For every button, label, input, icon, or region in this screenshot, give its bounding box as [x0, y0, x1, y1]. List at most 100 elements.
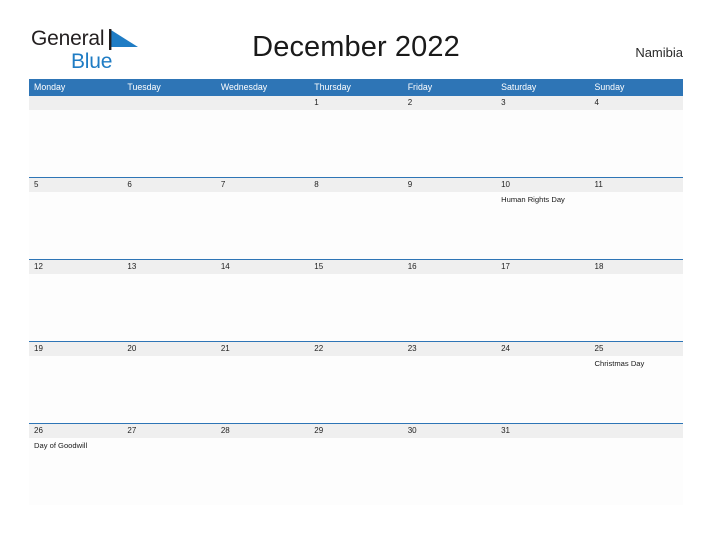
weekday-friday: Friday: [407, 82, 433, 92]
day-cell: [216, 438, 309, 505]
day-cell: [403, 438, 496, 505]
day-number[interactable]: 8: [309, 178, 402, 192]
day-number[interactable]: 25: [590, 342, 683, 356]
day-number[interactable]: 30: [403, 424, 496, 438]
weekday-tuesday: Tuesday: [127, 82, 161, 92]
day-cell: [29, 356, 122, 423]
day-number: [216, 96, 309, 110]
calendar-event-strip: Human Rights Day: [29, 192, 683, 259]
day-number[interactable]: 10: [496, 178, 589, 192]
calendar-week-row: 5 6 7 8 9 10 11 Human Rights Day: [29, 177, 683, 259]
day-number[interactable]: 5: [29, 178, 122, 192]
day-number: [29, 96, 122, 110]
calendar-event-strip: [29, 274, 683, 341]
day-cell: [122, 192, 215, 259]
day-number[interactable]: 29: [309, 424, 402, 438]
day-cell: [29, 192, 122, 259]
calendar-event-strip: Day of Goodwill: [29, 438, 683, 505]
day-cell: [216, 192, 309, 259]
weekday-thursday: Thursday: [314, 82, 351, 92]
calendar-week-row: 19 20 21 22 23 24 25 Christmas Day: [29, 341, 683, 423]
day-cell: [496, 356, 589, 423]
calendar-date-strip: 1234: [29, 96, 683, 110]
day-number[interactable]: 9: [403, 178, 496, 192]
page-header: General Blue December 2022 Namibia: [0, 0, 712, 79]
day-cell: [29, 274, 122, 341]
holiday-event-label: Day of Goodwill: [34, 441, 88, 450]
calendar-event-strip: Christmas Day: [29, 356, 683, 423]
day-cell: [216, 274, 309, 341]
day-number[interactable]: 23: [403, 342, 496, 356]
day-number[interactable]: 3: [496, 96, 589, 110]
calendar-week-row: 12 13 14 15 16 17 18: [29, 259, 683, 341]
weekday-sunday: Sunday: [594, 82, 625, 92]
day-cell: [122, 356, 215, 423]
calendar-date-strip: 26 27 28 29 30 31: [29, 424, 683, 438]
day-number[interactable]: 4: [590, 96, 683, 110]
day-number[interactable]: 13: [122, 260, 215, 274]
calendar-date-strip: 5 6 7 8 9 10 11: [29, 178, 683, 192]
day-number[interactable]: 18: [590, 260, 683, 274]
day-cell: [216, 356, 309, 423]
day-cell: Christmas Day: [590, 356, 683, 423]
day-number[interactable]: 19: [29, 342, 122, 356]
day-cell: [403, 110, 496, 177]
day-cell: [496, 438, 589, 505]
day-cell: [590, 438, 683, 505]
calendar-event-strip: [29, 110, 683, 177]
day-cell: [496, 274, 589, 341]
day-number[interactable]: 26: [29, 424, 122, 438]
day-number[interactable]: 20: [122, 342, 215, 356]
day-number[interactable]: 17: [496, 260, 589, 274]
day-number[interactable]: 2: [403, 96, 496, 110]
calendar-week-row: 1234: [29, 96, 683, 177]
weekday-wednesday: Wednesday: [220, 82, 268, 92]
day-cell: Day of Goodwill: [29, 438, 122, 505]
holiday-event-label: Christmas Day: [594, 359, 645, 368]
calendar-week-row: 26 27 28 29 30 31 Day of Goodwill: [29, 423, 683, 505]
day-cell: Human Rights Day: [496, 192, 589, 259]
day-number[interactable]: 21: [216, 342, 309, 356]
day-cell: [590, 274, 683, 341]
day-cell: [309, 110, 402, 177]
day-number[interactable]: 27: [122, 424, 215, 438]
day-cell: [403, 356, 496, 423]
calendar-date-strip: 19 20 21 22 23 24 25: [29, 342, 683, 356]
day-number[interactable]: 14: [216, 260, 309, 274]
calendar-weeks: 1 2 3 4 5 6 7 8 9 10 11 Human Rights Day 12 13 14 15 16 1…: [29, 96, 683, 505]
day-cell: [590, 110, 683, 177]
holiday-event-label: Human Rights Day: [501, 195, 565, 204]
calendar-weekday-header: Monday Tuesday Wednesday Thursday Friday…: [29, 79, 683, 96]
day-number[interactable]: 1: [309, 96, 402, 110]
day-number[interactable]: 28: [216, 424, 309, 438]
day-number: [122, 96, 215, 110]
day-number: [590, 424, 683, 438]
day-cell: [122, 110, 215, 177]
weekday-saturday: Saturday: [501, 82, 537, 92]
day-number[interactable]: 22: [309, 342, 402, 356]
day-cell: [590, 192, 683, 259]
day-number[interactable]: 12: [29, 260, 122, 274]
day-number[interactable]: 11: [590, 178, 683, 192]
day-number[interactable]: 15: [309, 260, 402, 274]
region-label: Namibia: [635, 45, 683, 60]
day-number[interactable]: 6: [122, 178, 215, 192]
day-cell: [309, 438, 402, 505]
calendar-date-strip: 12 13 14 15 16 17 18: [29, 260, 683, 274]
calendar-grid: Monday Tuesday Wednesday Thursday Friday…: [29, 79, 683, 505]
day-number[interactable]: 7: [216, 178, 309, 192]
day-cell: [309, 274, 402, 341]
day-cell: [122, 274, 215, 341]
day-number[interactable]: 16: [403, 260, 496, 274]
day-cell: [496, 110, 589, 177]
day-cell: [122, 438, 215, 505]
day-cell: [216, 110, 309, 177]
day-cell: [403, 192, 496, 259]
day-cell: [29, 110, 122, 177]
day-number[interactable]: 24: [496, 342, 589, 356]
weekday-monday: Monday: [34, 82, 66, 92]
day-cell: [309, 192, 402, 259]
day-number[interactable]: 31: [496, 424, 589, 438]
day-cell: [309, 356, 402, 423]
page-title: December 2022: [252, 31, 460, 63]
